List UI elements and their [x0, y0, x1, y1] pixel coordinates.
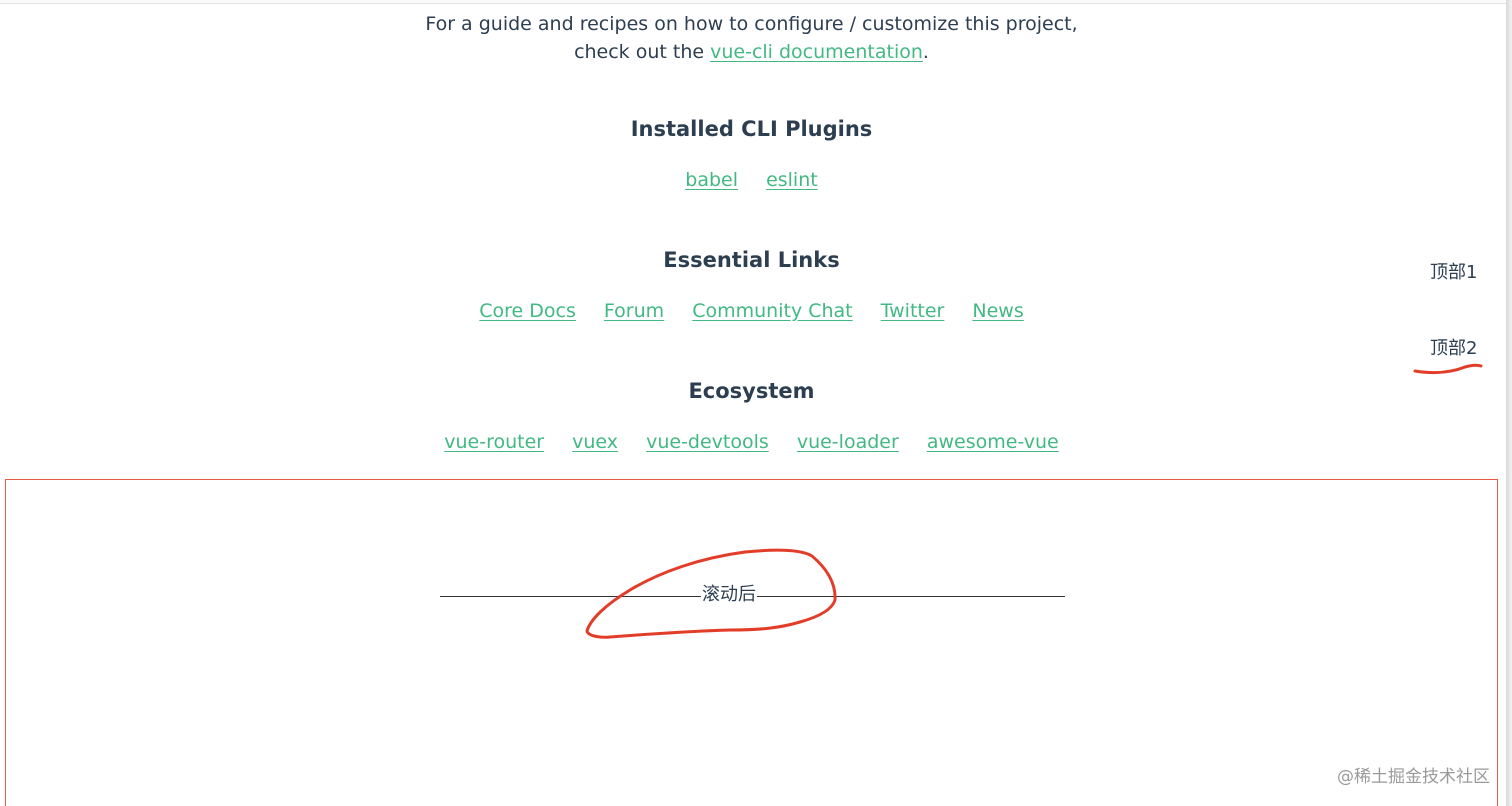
underline-annotation: [1413, 363, 1483, 375]
side-nav-top-1[interactable]: 顶部1: [1430, 258, 1477, 284]
ecosystem-links: vue-router vuex vue-devtools vue-loader …: [0, 431, 1503, 453]
link-vue-devtools[interactable]: vue-devtools: [646, 431, 769, 453]
top-edge: [0, 0, 1506, 4]
link-vue-router[interactable]: vue-router: [444, 431, 544, 453]
intro-prefix: check out the: [574, 41, 711, 63]
scrollbar[interactable]: [1506, 0, 1512, 806]
intro-line-2: check out the vue-cli documentation.: [0, 38, 1503, 66]
link-community-chat[interactable]: Community Chat: [692, 300, 852, 322]
scroll-section: [5, 479, 1498, 806]
plugins-links: babel eslint: [0, 169, 1503, 191]
essential-links: Core Docs Forum Community Chat Twitter N…: [0, 300, 1503, 322]
ecosystem-heading: Ecosystem: [688, 379, 815, 403]
plugins-heading: Installed CLI Plugins: [630, 117, 873, 141]
link-vuex[interactable]: vuex: [572, 431, 618, 453]
link-news[interactable]: News: [972, 300, 1023, 322]
vue-cli-docs-link[interactable]: vue-cli documentation: [710, 41, 923, 63]
page: For a guide and recipes on how to config…: [0, 0, 1512, 806]
essential-links-heading: Essential Links: [663, 248, 840, 272]
link-core-docs[interactable]: Core Docs: [479, 300, 576, 322]
link-vue-loader[interactable]: vue-loader: [797, 431, 899, 453]
watermark: @稀土掘金技术社区: [1337, 767, 1490, 787]
intro-suffix: .: [922, 41, 929, 63]
link-awesome-vue[interactable]: awesome-vue: [927, 431, 1059, 453]
intro-text: For a guide and recipes on how to config…: [0, 10, 1503, 66]
scroll-divider-label: 滚动后: [701, 582, 757, 608]
link-twitter[interactable]: Twitter: [881, 300, 945, 322]
intro-line-1: For a guide and recipes on how to config…: [425, 13, 1078, 35]
side-nav-top-2[interactable]: 顶部2: [1430, 334, 1477, 360]
link-forum[interactable]: Forum: [604, 300, 664, 322]
plugin-link-babel[interactable]: babel: [685, 169, 738, 191]
plugin-link-eslint[interactable]: eslint: [766, 169, 818, 191]
